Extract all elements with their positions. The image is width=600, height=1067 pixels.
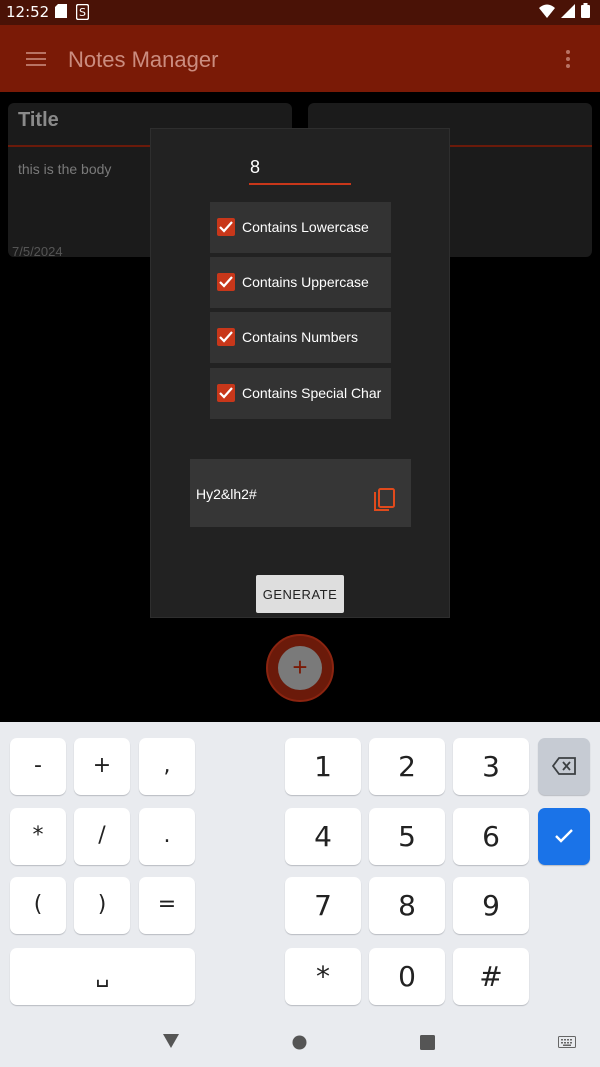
generated-password: Hy2&lh2#	[196, 486, 257, 502]
key-3[interactable]: 3	[453, 738, 529, 795]
back-icon[interactable]	[162, 1033, 180, 1054]
key-slash[interactable]: /	[74, 808, 130, 865]
system-nav-bar	[0, 1015, 600, 1067]
key-4[interactable]: 4	[285, 808, 361, 865]
backspace-key[interactable]	[538, 738, 590, 795]
status-icons	[539, 3, 590, 22]
home-icon[interactable]	[292, 1035, 307, 1055]
done-key[interactable]	[538, 808, 590, 865]
option-label: Contains Lowercase	[242, 219, 369, 235]
key-1[interactable]: 1	[285, 738, 361, 795]
option-label: Contains Special Char	[242, 385, 382, 401]
svg-text:S: S	[79, 6, 86, 19]
battery-icon	[581, 3, 590, 22]
status-bar: 12:52 S	[0, 0, 600, 25]
more-vert-icon[interactable]	[556, 47, 580, 71]
keyboard-switch-icon[interactable]	[558, 1035, 576, 1053]
sd-card-icon	[55, 4, 69, 20]
option-uppercase[interactable]: Contains Uppercase	[210, 257, 391, 308]
password-length-input[interactable]	[249, 151, 351, 185]
key-hash[interactable]: #	[453, 948, 529, 1005]
status-time: 12:52	[6, 3, 50, 21]
backspace-icon	[551, 757, 576, 779]
signal-icon	[561, 3, 575, 22]
note-body: this is the body	[18, 161, 112, 177]
recents-icon[interactable]	[420, 1035, 435, 1055]
plus-icon: +	[278, 646, 322, 690]
key-9[interactable]: 9	[453, 877, 529, 934]
hamburger-menu-icon[interactable]	[24, 47, 48, 71]
wifi-icon	[539, 4, 555, 22]
key-2[interactable]: 2	[369, 738, 445, 795]
app-title: Notes Manager	[68, 47, 219, 72]
key-close-paren[interactable]: )	[74, 877, 130, 934]
key-open-paren[interactable]: (	[10, 877, 66, 934]
copy-icon[interactable]	[373, 488, 397, 514]
special-char-checkbox[interactable]	[217, 384, 235, 402]
s-icon: S	[75, 3, 90, 21]
note-date: 7/5/2024	[12, 244, 63, 259]
generate-button[interactable]: GENERATE	[256, 575, 344, 613]
key-star[interactable]: *	[285, 948, 361, 1005]
lowercase-checkbox[interactable]	[217, 218, 235, 236]
key-space[interactable]: ␣	[10, 948, 195, 1005]
key-0[interactable]: 0	[369, 948, 445, 1005]
key-minus[interactable]: -	[10, 738, 66, 795]
key-6[interactable]: 6	[453, 808, 529, 865]
option-numbers[interactable]: Contains Numbers	[210, 312, 391, 363]
add-note-button[interactable]: +	[266, 634, 334, 702]
note-title: Title	[18, 109, 59, 131]
key-plus[interactable]: +	[74, 738, 130, 795]
key-7[interactable]: 7	[285, 877, 361, 934]
key-period[interactable]: .	[139, 808, 195, 865]
check-icon	[554, 828, 574, 848]
option-label: Contains Numbers	[242, 329, 358, 345]
option-special-char[interactable]: Contains Special Char	[210, 368, 391, 419]
key-comma[interactable]: ,	[139, 738, 195, 795]
key-equals[interactable]: =	[139, 877, 195, 934]
numbers-checkbox[interactable]	[217, 328, 235, 346]
generated-password-box: Hy2&lh2#	[190, 459, 411, 527]
key-5[interactable]: 5	[369, 808, 445, 865]
password-generator-dialog: Contains Lowercase Contains Uppercase Co…	[150, 128, 450, 618]
option-lowercase[interactable]: Contains Lowercase	[210, 202, 391, 253]
app-bar: Notes Manager	[0, 25, 600, 92]
uppercase-checkbox[interactable]	[217, 273, 235, 291]
option-label: Contains Uppercase	[242, 274, 369, 290]
screen: 12:52 S Notes Manager Title this is the …	[0, 0, 600, 1067]
key-asterisk[interactable]: *	[10, 808, 66, 865]
key-8[interactable]: 8	[369, 877, 445, 934]
